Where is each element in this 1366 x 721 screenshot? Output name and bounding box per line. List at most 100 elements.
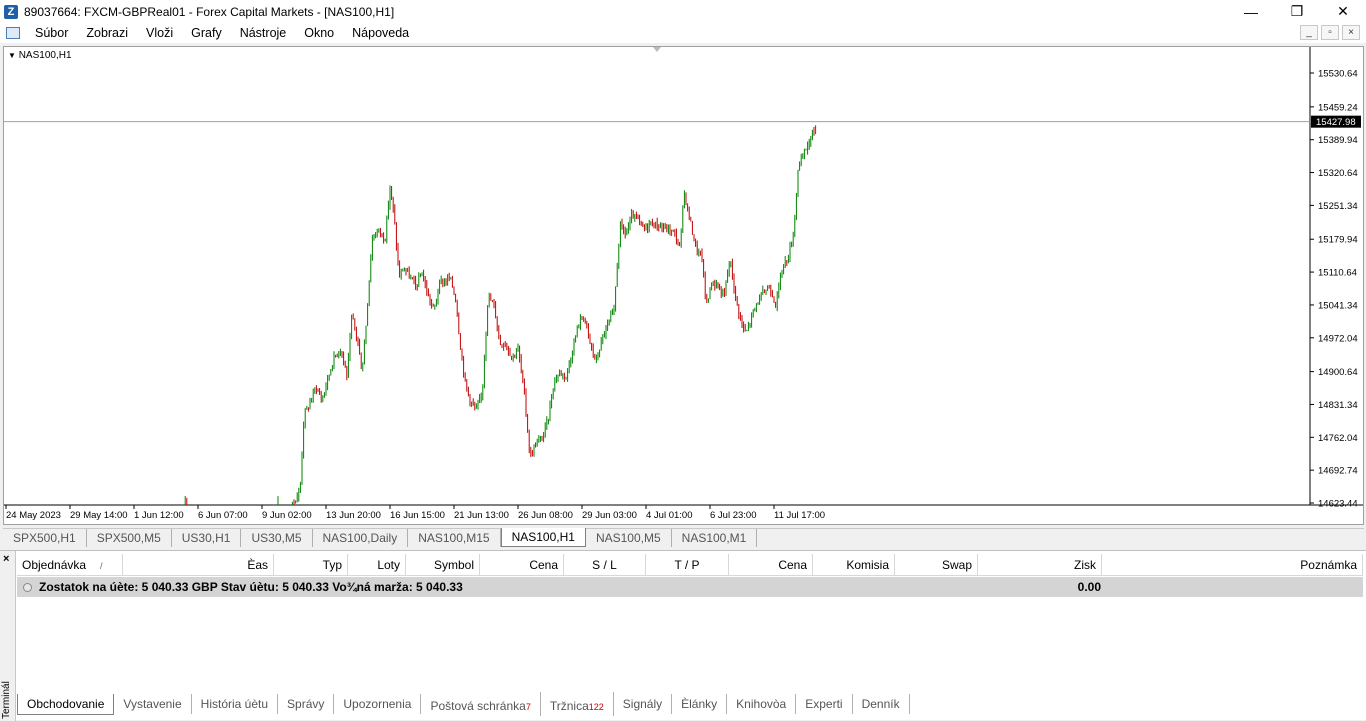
column-header[interactable]: Objednávka / bbox=[17, 554, 123, 575]
menu-tools[interactable]: Nástroje bbox=[231, 23, 296, 43]
column-header[interactable]: Poznámka bbox=[1102, 554, 1363, 575]
terminal-tabs: Obchodovanie Vystavenie História úètu Správ… bbox=[17, 692, 910, 716]
menu-charts[interactable]: Grafy bbox=[182, 23, 231, 43]
x-tick-label: 21 Jun 13:00 bbox=[454, 510, 509, 521]
chart-tab[interactable]: NAS100,M5 bbox=[586, 529, 672, 547]
terminal-tab[interactable]: Obchodovanie bbox=[17, 693, 115, 715]
terminal-tab[interactable]: Upozornenia bbox=[334, 694, 422, 714]
y-tick-label: 15179.94 bbox=[1318, 235, 1358, 246]
window-title: 89037664: FXCM-GBPReal01 - Forex Capital… bbox=[24, 4, 395, 19]
balance-text: Zostatok na úète: 5 040.33 GBP Stav úètu… bbox=[39, 580, 463, 594]
x-tick-label: 1 Jun 12:00 bbox=[134, 510, 184, 521]
column-header[interactable]: Cena bbox=[729, 554, 813, 575]
y-tick-label: 14900.64 bbox=[1318, 367, 1358, 378]
y-tick-label: 14692.74 bbox=[1318, 466, 1358, 477]
column-header[interactable]: Symbol bbox=[406, 554, 480, 575]
x-tick-label: 4 Jul 01:00 bbox=[646, 510, 692, 521]
column-header[interactable]: S / L bbox=[564, 554, 646, 575]
terminal-tab[interactable]: Denník bbox=[853, 694, 910, 714]
terminal-tab[interactable]: Poštová schránka7 bbox=[421, 692, 541, 716]
chart-tab[interactable]: NAS100,M15 bbox=[408, 529, 501, 547]
column-header-label: Poznámka bbox=[1300, 558, 1357, 572]
balance-icon bbox=[23, 582, 32, 592]
terminal-tab[interactable]: Signály bbox=[614, 694, 673, 714]
menu-bar: Súbor Zobrazi Vloži Grafy Nástroje Okno … bbox=[0, 23, 1366, 43]
terminal-sidebar: × Terminál bbox=[0, 551, 16, 721]
terminal-tab[interactable]: História úètu bbox=[192, 694, 279, 714]
chart-shift-marker[interactable] bbox=[653, 47, 661, 52]
terminal-tab[interactable]: Vystavenie bbox=[114, 694, 192, 714]
column-header[interactable]: Loty bbox=[348, 554, 406, 575]
terminal-tab[interactable]: Èlánky bbox=[672, 694, 728, 714]
y-tick-label: 15389.94 bbox=[1318, 135, 1358, 146]
x-tick-label: 6 Jun 07:00 bbox=[198, 510, 248, 521]
chart-tab[interactable]: SPX500,H1 bbox=[3, 529, 87, 547]
menu-window[interactable]: Okno bbox=[295, 23, 343, 43]
column-header[interactable]: Èas bbox=[123, 554, 274, 575]
menu-file[interactable]: Súbor bbox=[26, 23, 77, 43]
y-tick-label: 15320.64 bbox=[1318, 168, 1358, 179]
y-tick-label: 14762.04 bbox=[1318, 433, 1358, 444]
menu-view[interactable]: Zobrazi bbox=[77, 23, 137, 43]
chart-tab[interactable]: US30,M5 bbox=[241, 529, 313, 547]
app-icon: Z bbox=[4, 4, 18, 19]
column-header-label: S / L bbox=[592, 558, 617, 572]
column-header[interactable]: Cena bbox=[480, 554, 564, 575]
terminal-tab[interactable]: Knihovòa bbox=[727, 694, 797, 714]
chart-window-icon[interactable] bbox=[6, 27, 20, 39]
maximize-button[interactable]: ❐ bbox=[1274, 0, 1320, 23]
chart-symbol-label: ▼ NAS100,H1 bbox=[8, 50, 72, 61]
mdi-controls: _ ▫ × bbox=[1297, 25, 1360, 40]
mdi-restore-button[interactable]: ▫ bbox=[1321, 25, 1339, 40]
price-chart[interactable]: 15530.64 15459.24 15389.94 15320.64 15251.34… bbox=[4, 47, 1363, 524]
close-button[interactable]: ✕ bbox=[1320, 0, 1366, 23]
terminal-tab[interactable]: Tržnica122 bbox=[541, 692, 614, 716]
column-header-label: Komisia bbox=[846, 558, 889, 572]
x-tick-label: 13 Jun 20:00 bbox=[326, 510, 381, 521]
terminal-tab-label: Èlánky bbox=[681, 697, 718, 711]
y-tick-label: 14831.34 bbox=[1318, 400, 1358, 411]
balance-profit: 0.00 bbox=[1077, 580, 1101, 594]
terminal-tab[interactable]: Správy bbox=[278, 694, 335, 714]
y-tick-label: 14623.44 bbox=[1318, 499, 1358, 510]
x-tick-label: 9 Jun 02:00 bbox=[262, 510, 312, 521]
menu-help[interactable]: Nápoveda bbox=[343, 23, 418, 43]
terminal-tab-label: Upozornenia bbox=[343, 697, 412, 711]
column-header[interactable]: Swap bbox=[895, 554, 978, 575]
chart-tab[interactable]: SPX500,M5 bbox=[87, 529, 172, 547]
chart-tab[interactable]: NAS100,Daily bbox=[313, 529, 409, 547]
chart-tab[interactable]: US30,H1 bbox=[172, 529, 242, 547]
column-header[interactable]: Zisk bbox=[978, 554, 1102, 575]
balance-row[interactable]: Zostatok na úète: 5 040.33 GBP Stav úètu… bbox=[17, 577, 1363, 597]
chart-window[interactable]: 15530.64 15459.24 15389.94 15320.64 15251.34… bbox=[3, 46, 1364, 525]
terminal-tab-label: Denník bbox=[861, 697, 900, 711]
y-tick-label: 15459.24 bbox=[1318, 102, 1358, 113]
title-bar: Z 89037664: FXCM-GBPReal01 - Forex Capit… bbox=[0, 0, 1366, 23]
terminal-tab-label: Správy bbox=[287, 697, 325, 711]
column-header-label: T / P bbox=[674, 558, 700, 572]
chart-tab[interactable]: NAS100,H1 bbox=[500, 528, 586, 547]
candles-group bbox=[184, 125, 817, 505]
column-header[interactable]: T / P bbox=[646, 554, 729, 575]
terminal-close-icon[interactable]: × bbox=[3, 553, 9, 565]
column-header-label: Swap bbox=[941, 558, 972, 572]
terminal-tab[interactable]: Experti bbox=[796, 694, 853, 714]
column-header[interactable]: Typ bbox=[274, 554, 348, 575]
column-header-label: Zisk bbox=[1074, 558, 1096, 572]
y-tick-label: 15251.34 bbox=[1318, 201, 1358, 212]
chart-collapse-icon[interactable]: ▼ bbox=[8, 51, 16, 60]
mdi-minimize-button[interactable]: _ bbox=[1300, 25, 1318, 40]
menu-insert[interactable]: Vloži bbox=[137, 23, 182, 43]
minimize-button[interactable]: — bbox=[1228, 0, 1274, 23]
mdi-close-button[interactable]: × bbox=[1342, 25, 1360, 40]
terminal-tab-badge: 7 bbox=[525, 702, 531, 712]
x-tick-label: 6 Jul 23:00 bbox=[710, 510, 756, 521]
chart-tab[interactable]: NAS100,M1 bbox=[672, 529, 758, 547]
column-header[interactable]: Komisia bbox=[813, 554, 895, 575]
terminal-tab-label: Tržnica bbox=[549, 699, 589, 713]
terminal-tab-label: Signály bbox=[622, 697, 663, 711]
terminal-vertical-label: Terminál bbox=[1, 681, 12, 719]
current-price-label: 15427.98 bbox=[1316, 117, 1356, 128]
sort-indicator-icon: / bbox=[100, 561, 103, 571]
terminal-panel: × Terminál Objednávka / Èas Typ Loty Symbol Ce… bbox=[0, 550, 1366, 721]
